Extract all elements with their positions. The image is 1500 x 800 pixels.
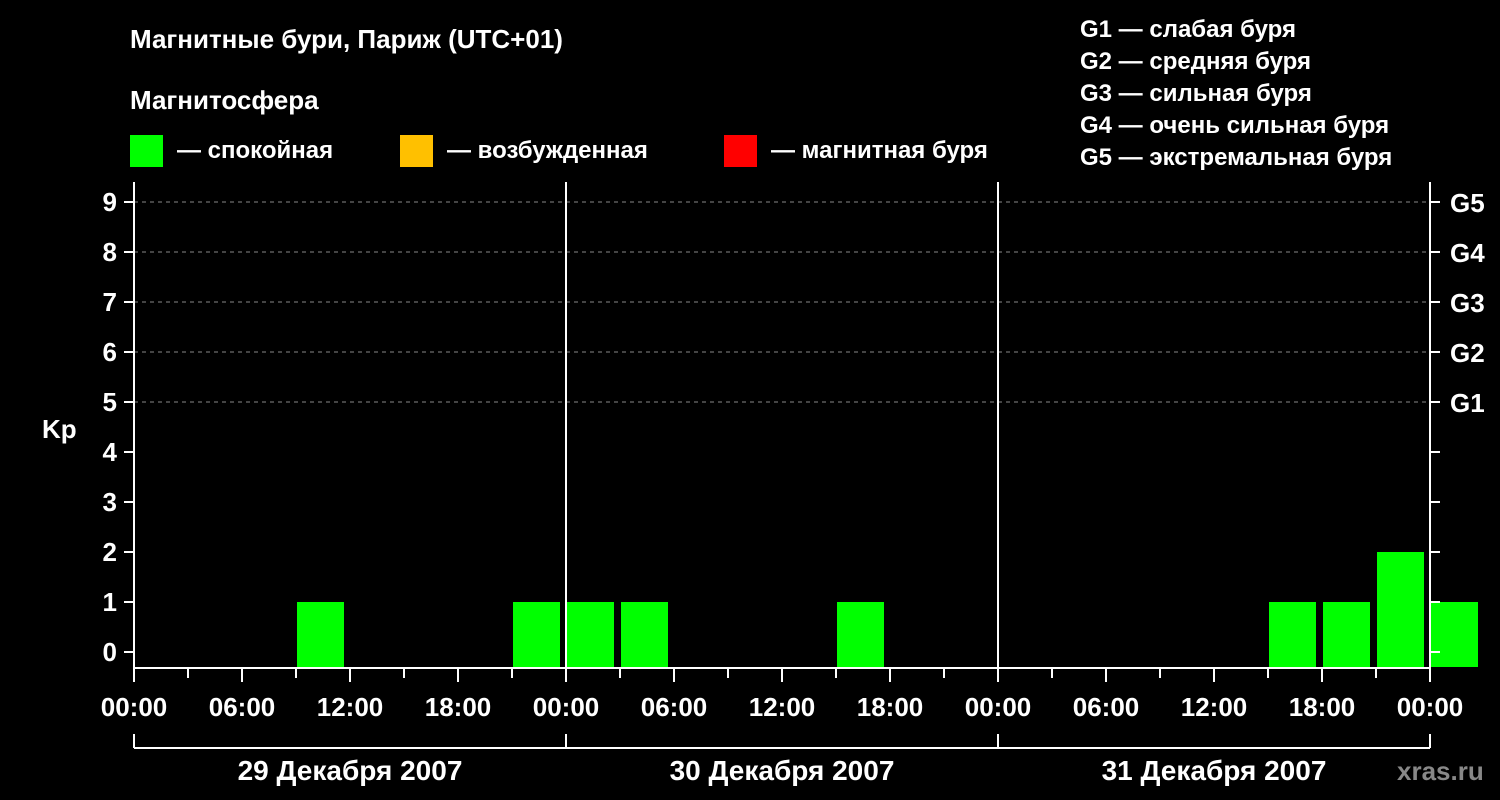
legend-label-1: — возбужденная [447,137,648,164]
storm-scale-item-3: G4 — очень сильная буря [1080,112,1389,139]
x-tick-label: 18:00 [1289,692,1356,722]
kp-bar [1377,552,1424,667]
x-tick-label: 12:00 [1181,692,1248,722]
storm-scale-item-0: G1 — слабая буря [1080,16,1296,43]
g-tick-label: G5 [1450,188,1485,218]
kp-chart: Магнитные бури, Париж (UTC+01) Магнитосф… [42,16,1485,786]
g-tick-label: G2 [1450,338,1485,368]
storm-scale-item-4: G5 — экстремальная буря [1080,144,1392,171]
x-tick-label: 06:00 [1073,692,1140,722]
y-tick-label: 3 [103,487,117,517]
x-tick-label: 06:00 [209,692,276,722]
legend: — спокойная — возбужденная — магнитная бур… [130,135,988,167]
x-tick-label: 18:00 [425,692,492,722]
y-tick-label: 6 [103,337,117,367]
g-tick-label: G1 [1450,388,1485,418]
x-tick-label: 00:00 [1397,692,1464,722]
chart-title: Магнитные бури, Париж (UTC+01) [130,24,563,54]
y-tick-label: 5 [103,387,117,417]
g-tick-label: G4 [1450,238,1485,268]
kp-bar [1323,602,1370,667]
kp-bar [567,602,614,667]
y-tick-label: 8 [103,237,117,267]
plot-area: 0 1 2 3 4 5 6 7 8 9 G1 G2 G3 G4 G5 Kp 00:00 06:00 12:00 18:… [42,182,1485,786]
day-label: 31 Декабря 2007 [1102,755,1327,786]
storm-scale-item-2: G3 — сильная буря [1080,80,1312,107]
y-tick-label: 1 [103,587,117,617]
x-tick-label: 06:00 [641,692,708,722]
x-tick-label: 00:00 [965,692,1032,722]
y-tick-label: 0 [103,637,117,667]
x-tick-label: 12:00 [317,692,384,722]
storm-scale-item-1: G2 — средняя буря [1080,48,1311,75]
y-axis-title: Kp [42,414,77,444]
g-tick-label: G3 [1450,288,1485,318]
legend-swatch-2 [724,135,757,167]
y-tick-label: 2 [103,537,117,567]
legend-swatch-0 [130,135,163,167]
kp-bar [1269,602,1316,667]
kp-bar [1431,602,1478,667]
kp-bar [621,602,668,667]
kp-bar [837,602,884,667]
day-label: 29 Декабря 2007 [238,755,463,786]
day-label: 30 Декабря 2007 [670,755,895,786]
x-tick-label: 18:00 [857,692,924,722]
x-tick-label: 00:00 [533,692,600,722]
y-tick-label: 7 [103,287,117,317]
x-tick-label: 12:00 [749,692,816,722]
legend-label-0: — спокойная [177,137,333,164]
x-tick-label: 00:00 [101,692,168,722]
y-tick-label: 9 [103,187,117,217]
kp-bar [513,602,560,667]
legend-swatch-1 [400,135,433,167]
y-tick-label: 4 [103,437,118,467]
storm-scale-legend: G1 — слабая буря G2 — средняя буря G3 — си… [1080,16,1392,171]
watermark: xras.ru [1397,756,1484,786]
legend-label-2: — магнитная буря [771,137,988,164]
legend-heading: Магнитосфера [130,85,319,115]
kp-bar [297,602,344,667]
